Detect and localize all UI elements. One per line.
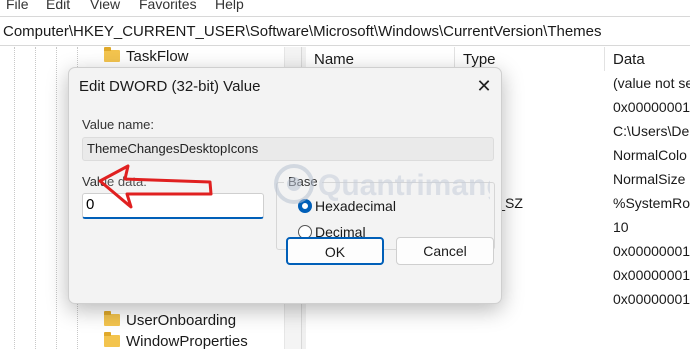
annotation-arrow-icon (98, 164, 213, 209)
